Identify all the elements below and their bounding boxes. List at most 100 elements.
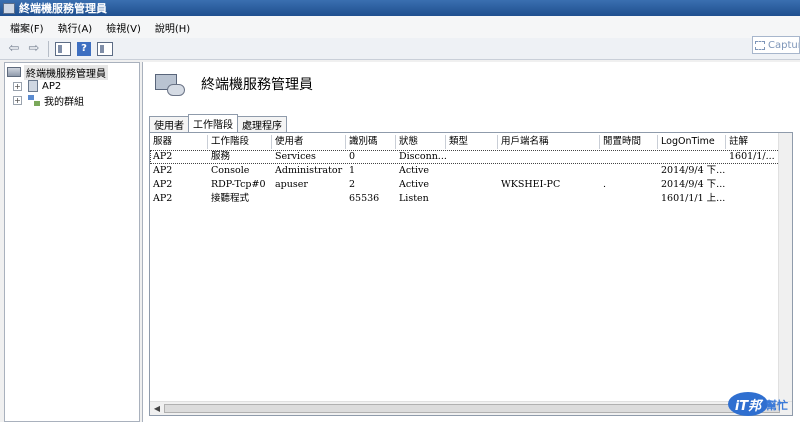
cell: WKSHEI-PC bbox=[501, 179, 561, 190]
cell bbox=[658, 150, 726, 164]
title-bar: 終端機服務管理員 bbox=[0, 0, 800, 16]
cell: Disconn... bbox=[399, 151, 446, 162]
cell: RDP-Tcp#0 bbox=[211, 179, 266, 190]
toolbar-separator bbox=[48, 40, 49, 57]
tree-root[interactable]: 終端機服務管理員 bbox=[7, 64, 108, 80]
column-header-user[interactable]: 使用者 bbox=[272, 135, 346, 149]
tree-root-label: 終端機服務管理員 bbox=[24, 64, 108, 80]
menu-bar: 檔案(F) 執行(A) 檢視(V) 說明(H) bbox=[0, 16, 800, 38]
cell: Services bbox=[275, 151, 316, 162]
column-header-state[interactable]: 狀態 bbox=[396, 135, 446, 149]
navigation-tree: 終端機服務管理員 + AP2 + 我的群組 bbox=[4, 62, 140, 422]
cell bbox=[726, 192, 782, 206]
cell: apuser bbox=[275, 179, 308, 190]
capture-label: Captur bbox=[768, 39, 800, 51]
cell: Console bbox=[211, 165, 250, 176]
cell bbox=[726, 178, 782, 192]
table-row[interactable]: AP2 服務 Services 0 Disconn... 1601/1/... bbox=[150, 150, 792, 164]
cell: Administrator bbox=[275, 165, 343, 176]
window-title: 終端機服務管理員 bbox=[19, 2, 107, 15]
cell bbox=[498, 150, 600, 164]
cell bbox=[600, 192, 658, 206]
cell: 1601/1/... bbox=[729, 151, 775, 162]
scroll-left-icon[interactable]: ◀ bbox=[152, 404, 162, 414]
watermark-badge: iT邦 bbox=[728, 392, 768, 416]
cell: Active bbox=[399, 179, 430, 190]
column-header-logon-time[interactable]: LogOnTime bbox=[658, 135, 726, 149]
table-row[interactable]: AP2 RDP-Tcp#0 apuser 2 Active WKSHEI-PC … bbox=[150, 178, 792, 192]
cell: AP2 bbox=[153, 165, 173, 176]
list-header: 服器 工作階段 使用者 識別碼 狀態 類型 用戶端名稱 閒置時間 LogOnTi… bbox=[150, 135, 792, 149]
tab-processes[interactable]: 處理程序 bbox=[237, 116, 287, 132]
cell: 0 bbox=[349, 151, 356, 162]
column-header-idle-time[interactable]: 閒置時間 bbox=[600, 135, 658, 149]
vertical-scrollbar[interactable] bbox=[778, 133, 792, 401]
cell bbox=[446, 150, 498, 164]
tree-item-label: AP2 bbox=[42, 80, 62, 92]
cell bbox=[600, 150, 658, 164]
content-pane: 終端機服務管理員 使用者 工作階段 處理程序 服器 工作階段 使用者 識別碼 狀… bbox=[142, 62, 800, 422]
action-pane-icon[interactable] bbox=[97, 41, 113, 56]
cell bbox=[446, 192, 498, 206]
expand-icon[interactable]: + bbox=[13, 81, 22, 91]
cell: 接聽程式 bbox=[211, 193, 250, 204]
cell bbox=[600, 164, 658, 178]
cell bbox=[498, 192, 600, 206]
cell: 1601/1/1 上... bbox=[661, 193, 726, 204]
tab-users[interactable]: 使用者 bbox=[149, 116, 189, 132]
menu-view[interactable]: 檢視(V) bbox=[106, 20, 141, 35]
cell: AP2 bbox=[153, 179, 173, 190]
tree-item-label: 我的群組 bbox=[44, 96, 84, 108]
expand-icon[interactable]: + bbox=[13, 95, 22, 105]
forward-arrow-icon[interactable]: ⇨ bbox=[26, 41, 42, 57]
cell: 2014/9/4 下... bbox=[661, 165, 726, 176]
cell bbox=[272, 192, 346, 206]
cell bbox=[498, 164, 600, 178]
cell: Listen bbox=[399, 193, 429, 204]
cell: 服務 bbox=[211, 151, 231, 162]
cell: 2014/9/4 下... bbox=[661, 179, 726, 190]
back-arrow-icon[interactable]: ⇦ bbox=[6, 41, 22, 57]
cell: . bbox=[603, 179, 607, 190]
page-title: 終端機服務管理員 bbox=[201, 77, 313, 93]
app-icon bbox=[3, 2, 15, 14]
tab-sessions[interactable]: 工作階段 bbox=[188, 114, 238, 132]
server-computer-icon bbox=[28, 80, 38, 92]
menu-help[interactable]: 說明(H) bbox=[155, 20, 190, 35]
cell: 65536 bbox=[349, 193, 380, 204]
column-header-session[interactable]: 工作階段 bbox=[208, 135, 272, 149]
column-header-server[interactable]: 服器 bbox=[150, 135, 208, 149]
menu-action[interactable]: 執行(A) bbox=[58, 20, 93, 35]
capture-icon bbox=[755, 40, 765, 50]
tab-strip: 使用者 工作階段 處理程序 bbox=[149, 114, 287, 132]
cell bbox=[446, 164, 498, 178]
cell: 2 bbox=[349, 179, 356, 190]
table-row[interactable]: AP2 Console Administrator 1 Active 2014/… bbox=[150, 164, 792, 178]
server-icon bbox=[7, 67, 21, 77]
cell: AP2 bbox=[153, 151, 173, 162]
menu-file[interactable]: 檔案(F) bbox=[10, 20, 44, 35]
cell: Active bbox=[399, 165, 430, 176]
cell bbox=[446, 178, 498, 192]
watermark-text: 幫忙 bbox=[766, 399, 788, 412]
capture-widget[interactable]: Captur bbox=[752, 36, 800, 54]
column-header-id[interactable]: 識別碼 bbox=[346, 135, 396, 149]
cell bbox=[726, 164, 782, 178]
group-icon bbox=[28, 94, 40, 106]
cell: 1 bbox=[349, 165, 356, 176]
terminal-services-icon bbox=[153, 70, 189, 100]
horizontal-scrollbar[interactable]: ◀ bbox=[150, 401, 792, 415]
column-header-type[interactable]: 類型 bbox=[446, 135, 498, 149]
watermark-logo: iT邦 幫忙 bbox=[728, 388, 794, 418]
sessions-list[interactable]: 服器 工作階段 使用者 識別碼 狀態 類型 用戶端名稱 閒置時間 LogOnTi… bbox=[149, 132, 793, 416]
tree-item-my-groups[interactable]: + 我的群組 bbox=[13, 93, 84, 108]
column-header-comment[interactable]: 註解 bbox=[726, 135, 782, 149]
scroll-thumb[interactable] bbox=[164, 404, 780, 413]
table-row[interactable]: AP2 接聽程式 65536 Listen 1601/1/1 上... bbox=[150, 192, 792, 206]
show-hide-tree-icon[interactable] bbox=[55, 41, 71, 56]
toolbar: ⇦ ⇨ ? bbox=[0, 38, 800, 60]
column-header-client-name[interactable]: 用戶端名稱 bbox=[498, 135, 600, 149]
help-icon[interactable]: ? bbox=[77, 41, 91, 56]
tree-item-ap2[interactable]: + AP2 bbox=[13, 79, 61, 93]
cell: AP2 bbox=[153, 193, 173, 204]
